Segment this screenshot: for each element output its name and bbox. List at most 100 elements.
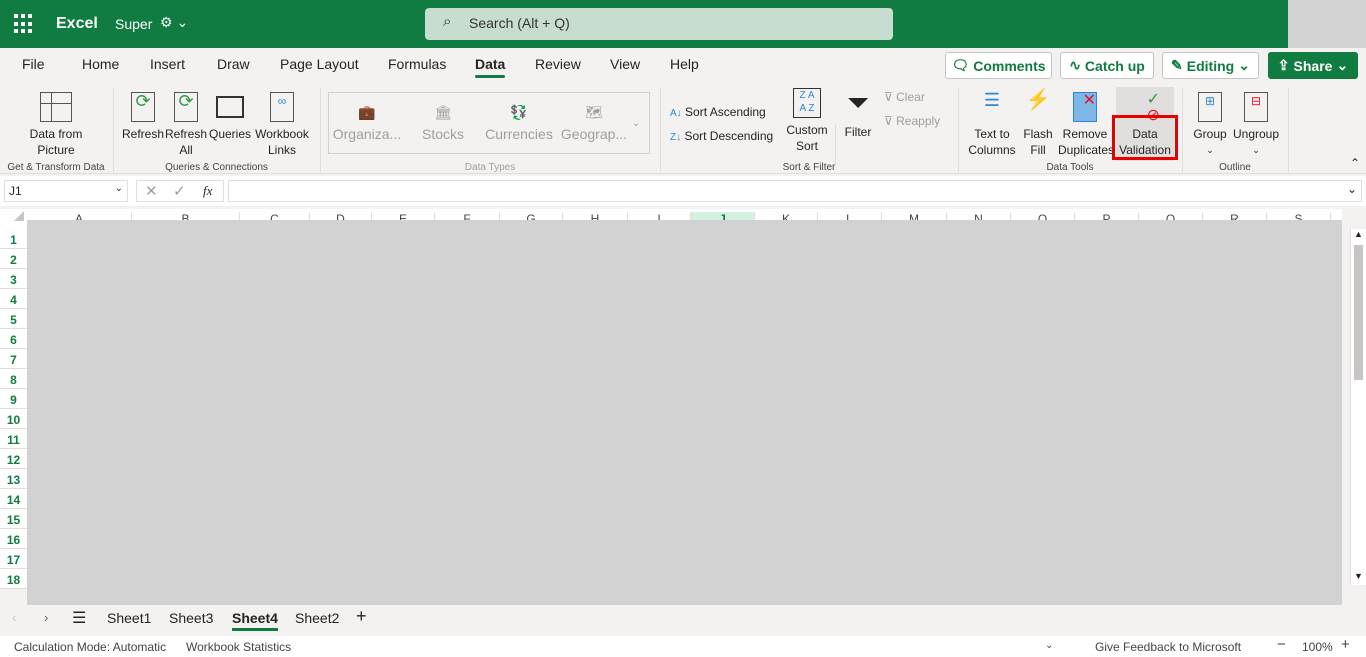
chevron-down-icon[interactable]: ⚙ ⌄ [160,14,188,31]
next-sheet-icon[interactable]: › [44,610,48,625]
comments-button[interactable]: 🗨 Comments [945,52,1052,79]
cell-grid-overlay[interactable] [27,220,1342,605]
sheet-tab-sheet4[interactable]: Sheet4 [232,610,278,631]
vertical-scrollbar[interactable]: ▲ ▼ [1350,229,1366,585]
cancel-icon[interactable]: ✕ [145,182,158,200]
workbook-statistics-button[interactable]: Workbook Statistics [186,640,291,654]
label: Columns [968,143,1016,157]
scrollbar-thumb[interactable] [1354,245,1363,380]
scroll-up-icon[interactable]: ▲ [1354,229,1363,239]
custom-sort-icon: Z AA Z [793,88,821,118]
insert-function-button[interactable]: fx [203,183,212,199]
filter-button[interactable]: ⏷ Filter [840,88,876,140]
feedback-button[interactable]: Give Feedback to Microsoft [1095,640,1241,654]
row-header-10[interactable]: 10 [0,409,27,429]
tab-data[interactable]: Data [475,56,506,78]
funnel-icon: ⏷ [846,87,870,118]
tab-view[interactable]: View [610,56,640,72]
tab-file[interactable]: File [22,56,45,72]
chevron-down-icon[interactable]: ⌄ [115,183,123,194]
row-header-17[interactable]: 17 [0,549,27,569]
tab-insert[interactable]: Insert [150,56,185,72]
editing-button[interactable]: ✎ Editing ⌄ [1162,52,1259,79]
sort-descending-button[interactable]: Z↓ Sort Descending [670,128,773,146]
row-header-3[interactable]: 3 [0,269,27,289]
row-header-13[interactable]: 13 [0,469,27,489]
flash-fill-button[interactable]: ⚡ Flash Fill [1020,90,1056,158]
row-header-8[interactable]: 8 [0,369,27,389]
row-header-7[interactable]: 7 [0,349,27,369]
sheet-tab-sheet3[interactable]: Sheet3 [169,610,213,626]
queries-button[interactable]: Queries [208,92,252,142]
file-name[interactable]: Super [115,16,152,32]
data-from-picture-button[interactable]: Data from Picture [20,92,92,158]
stocks-data-type[interactable]: 🏛 Stocks [410,104,476,142]
refresh-all-button[interactable]: ⟳ Refresh All [165,92,207,158]
currencies-data-type[interactable]: 💱 Currencies [484,104,554,142]
chevron-down-icon[interactable]: ⌄ [1045,640,1053,651]
tab-home[interactable]: Home [82,56,119,72]
prev-sheet-icon[interactable]: ‹ [12,610,16,625]
label: Refresh [122,127,165,141]
pencil-icon: ✎ [1171,57,1183,73]
row-header-6[interactable]: 6 [0,329,27,349]
tab-page-layout[interactable]: Page Layout [280,56,359,72]
geography-data-type[interactable]: 🗺 Geograp... [558,104,630,142]
tab-draw[interactable]: Draw [217,56,250,72]
sort-ascending-icon: A↓ [670,108,682,119]
text-to-columns-icon: ☰ [983,90,1001,110]
reapply-filter-button[interactable]: ⊽ Reapply [884,113,940,129]
row-header-2[interactable]: 2 [0,249,27,269]
chevron-down-icon[interactable]: ⌄ [632,118,640,129]
collapse-ribbon-icon[interactable]: ⌃ [1350,156,1360,170]
search-input[interactable]: ⌕ Search (Alt + Q) [425,8,893,40]
account-area[interactable] [1288,0,1366,48]
row-header-15[interactable]: 15 [0,509,27,529]
group-button[interactable]: ⊞ Group ⌄ [1190,92,1230,158]
clear-filter-button[interactable]: ⊽ Clear [884,89,925,105]
row-header-1[interactable]: 1 [0,229,27,249]
app-launcher-icon[interactable] [14,14,34,34]
text-to-columns-button[interactable]: ☰ Text to Columns [964,90,1020,158]
row-header-14[interactable]: 14 [0,489,27,509]
sort-ascending-button[interactable]: A↓ Sort Ascending [670,104,766,122]
row-header-12[interactable]: 12 [0,449,27,469]
clear-filter-icon: ⊽ [884,90,893,104]
row-header-16[interactable]: 16 [0,529,27,549]
formula-input[interactable]: ⌄ [228,180,1362,202]
remove-duplicates-button[interactable]: ✕ Remove Duplicates [1058,92,1112,158]
row-header-18[interactable]: 18 [0,569,27,589]
workbook-links-button[interactable]: ∞ Workbook Links [253,92,311,158]
briefcase-icon: 💼 [358,104,376,120]
tab-help[interactable]: Help [670,56,699,72]
row-header-4[interactable]: 4 [0,289,27,309]
sheet-tab-sheet2[interactable]: Sheet2 [295,610,339,626]
label: Currencies [485,126,553,142]
custom-sort-button[interactable]: Z AA Z Custom Sort [784,88,830,154]
select-all-corner[interactable] [14,211,24,221]
share-button[interactable]: ⇪ Share ⌄ [1268,52,1358,79]
zoom-out-icon[interactable]: − [1277,636,1286,653]
chevron-down-icon[interactable]: ⌄ [1347,182,1357,196]
tab-formulas[interactable]: Formulas [388,56,446,72]
row-header-9[interactable]: 9 [0,389,27,409]
zoom-in-icon[interactable]: + [1341,636,1350,653]
all-sheets-menu-icon[interactable]: ☰ [72,608,86,628]
row-header-11[interactable]: 11 [0,429,27,449]
tab-review[interactable]: Review [535,56,581,72]
label: Links [267,143,296,157]
organization-data-type[interactable]: 💼 Organiza... [330,104,404,142]
check-icon[interactable]: ✓ [173,182,186,200]
catch-up-button[interactable]: ∿ Catch up [1060,52,1154,79]
zoom-level[interactable]: 100% [1302,640,1333,654]
comment-icon: 🗨 [951,57,970,73]
sheet-tab-sheet1[interactable]: Sheet1 [107,610,151,626]
ungroup-button[interactable]: ⊟ Ungroup ⌄ [1230,92,1282,158]
comments-label: Comments [973,57,1046,74]
name-box[interactable]: J1 ⌄ [4,180,128,202]
add-sheet-icon[interactable]: + [356,606,367,627]
row-header-5[interactable]: 5 [0,309,27,329]
refresh-button[interactable]: ⟳ Refresh [122,92,164,142]
search-icon: ⌕ [443,13,452,30]
scroll-down-icon[interactable]: ▼ [1354,571,1363,581]
